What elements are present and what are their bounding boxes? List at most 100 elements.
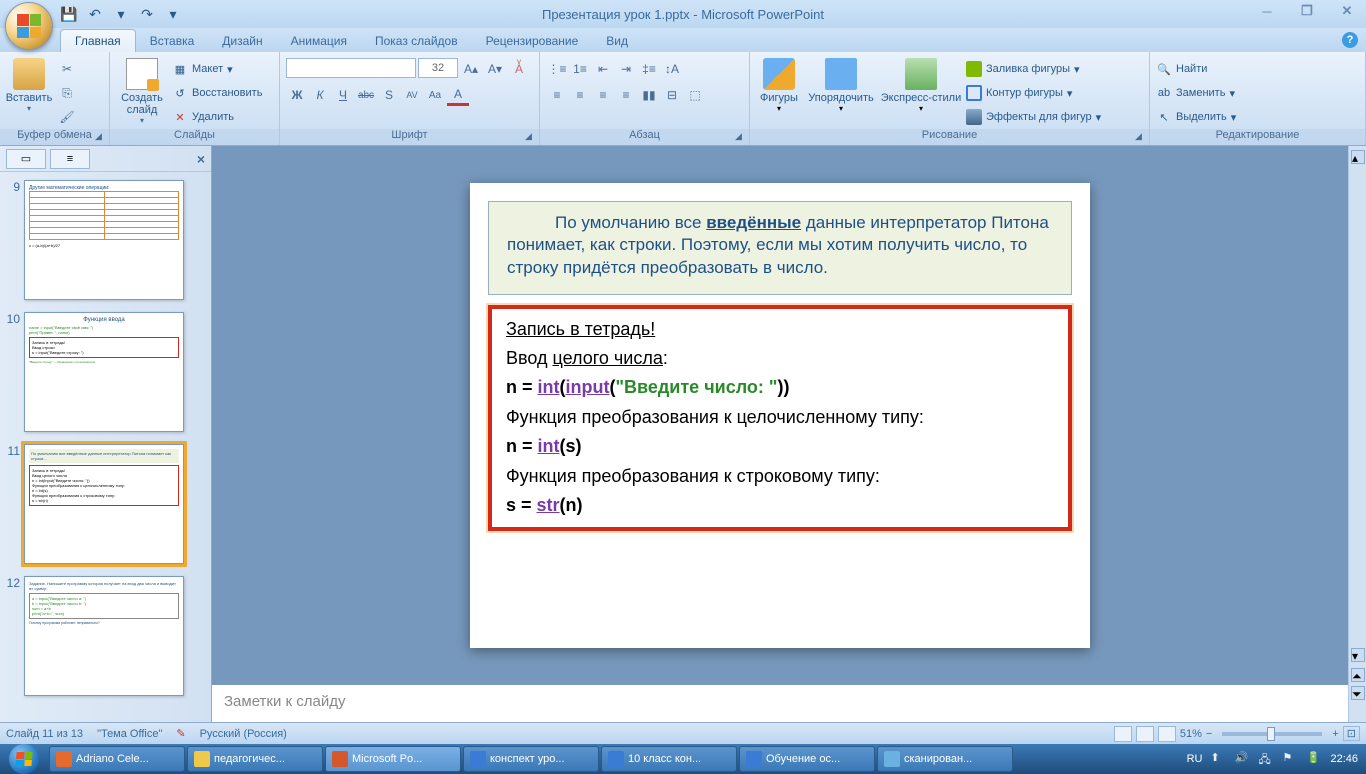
language-status[interactable]: Русский (Россия) (200, 728, 287, 740)
zoom-in[interactable]: + (1332, 728, 1338, 740)
strike-button[interactable]: abc (355, 84, 377, 106)
reset-button[interactable]: ↺Восстановить (172, 82, 262, 104)
zoom-slider[interactable] (1222, 732, 1322, 736)
tray-volume-icon[interactable]: 🔊 (1234, 751, 1250, 767)
slide-textbox-main[interactable]: Запись в тетрадь! Ввод целого числа: n =… (488, 305, 1072, 531)
select-button[interactable]: ↖Выделить ▾ (1156, 106, 1236, 128)
decrease-indent[interactable]: ⇤ (592, 58, 614, 80)
vertical-scrollbar[interactable]: ▴ ▾ ⏶ ⏷ (1348, 146, 1366, 722)
minimize-button[interactable]: ─ (1254, 2, 1280, 20)
tray-power-icon[interactable]: 🔋 (1306, 751, 1322, 767)
normal-view[interactable] (1114, 726, 1132, 742)
sorter-view[interactable] (1136, 726, 1154, 742)
tab-design[interactable]: Дизайн (208, 30, 276, 52)
italic-button[interactable]: К (309, 84, 331, 106)
save-button[interactable]: 💾 (60, 5, 78, 23)
align-left[interactable]: ≡ (546, 84, 568, 106)
taskbar-app[interactable]: Microsoft Po... (325, 746, 461, 772)
delete-slide-button[interactable]: ✕Удалить (172, 106, 262, 128)
scroll-up[interactable]: ▴ (1351, 150, 1365, 164)
scroll-down[interactable]: ▾ (1351, 648, 1365, 662)
shape-outline-button[interactable]: Контур фигуры ▾ (966, 82, 1101, 104)
taskbar-app[interactable]: сканирован... (877, 746, 1013, 772)
tab-animation[interactable]: Анимация (277, 30, 361, 52)
align-justify[interactable]: ≡ (615, 84, 637, 106)
thumb-slide-9[interactable]: Другие математические операции: c = (a-b… (24, 180, 184, 300)
smartart-button[interactable]: ⬚ (684, 84, 706, 106)
bullets-button[interactable]: ⋮≡ (546, 58, 568, 80)
tray-updates-icon[interactable]: ⬆ (1210, 751, 1226, 767)
undo-drop[interactable]: ▾ (112, 5, 130, 23)
thumb-slide-12[interactable]: Задание. Напишите программу которая полу… (24, 576, 184, 696)
slide-canvas[interactable]: По умолчанию все введённые данные интерп… (470, 183, 1090, 648)
start-button[interactable] (0, 744, 48, 774)
outline-tab[interactable]: ≡ (50, 149, 90, 169)
align-right[interactable]: ≡ (592, 84, 614, 106)
redo-button[interactable]: ↷ (138, 5, 156, 23)
notes-pane[interactable]: Заметки к слайду (212, 684, 1348, 722)
font-family-select[interactable] (286, 58, 416, 78)
line-spacing[interactable]: ‡≡ (638, 58, 660, 80)
prev-slide[interactable]: ⏶ (1351, 668, 1365, 682)
tab-slideshow[interactable]: Показ слайдов (361, 30, 472, 52)
taskbar-app[interactable]: педагогичес... (187, 746, 323, 772)
increase-indent[interactable]: ⇥ (615, 58, 637, 80)
tab-view[interactable]: Вид (592, 30, 642, 52)
numbering-button[interactable]: 1≡ (569, 58, 591, 80)
help-button[interactable]: ? (1342, 32, 1358, 48)
slideshow-view[interactable] (1158, 726, 1176, 742)
shape-fill-button[interactable]: Заливка фигуры ▾ (966, 58, 1101, 80)
align-center[interactable]: ≡ (569, 84, 591, 106)
restore-button[interactable]: ❐ (1294, 2, 1320, 20)
copy-button[interactable]: ⎘ (56, 82, 78, 104)
tab-review[interactable]: Рецензирование (472, 30, 593, 52)
taskbar-app[interactable]: Adriano Cele... (49, 746, 185, 772)
new-slide-button[interactable]: Создать слайд ▾ (116, 54, 168, 125)
slides-tab[interactable]: ▭ (6, 149, 46, 169)
find-button[interactable]: 🔍Найти (1156, 58, 1207, 80)
taskbar-app[interactable]: Обучение ос... (739, 746, 875, 772)
clipboard-launcher[interactable]: ◢ (95, 131, 107, 143)
spacing-button[interactable]: AV (401, 84, 423, 106)
close-panel[interactable]: × (197, 151, 205, 167)
zoom-percent[interactable]: 51% (1180, 728, 1202, 740)
replace-button[interactable]: abЗаменить ▾ (1156, 82, 1235, 104)
slide-textbox-top[interactable]: По умолчанию все введённые данные интерп… (488, 201, 1072, 296)
thumbnail-list[interactable]: 9 Другие математические операции: c = (a… (0, 172, 211, 722)
shadow-button[interactable]: S (378, 84, 400, 106)
font-launcher[interactable]: ◢ (525, 131, 537, 143)
spell-icon[interactable]: ✎ (176, 727, 185, 740)
columns-button[interactable]: ▮▮ (638, 84, 660, 106)
grow-font[interactable]: A▴ (460, 58, 482, 80)
shape-effects-button[interactable]: Эффекты для фигур ▾ (966, 106, 1101, 128)
arrange-button[interactable]: Упорядочить▾ (806, 54, 876, 113)
para-launcher[interactable]: ◢ (735, 131, 747, 143)
case-button[interactable]: Aa (424, 84, 446, 106)
quick-styles-button[interactable]: Экспресс-стили▾ (880, 54, 962, 113)
thumb-slide-11[interactable]: По умолчанию все введённые данные интерп… (24, 444, 184, 564)
fit-window[interactable]: ⊡ (1343, 726, 1360, 741)
zoom-out[interactable]: − (1206, 728, 1212, 740)
thumb-slide-10[interactable]: Функция ввода name = input("Введите своё… (24, 312, 184, 432)
tab-insert[interactable]: Вставка (136, 30, 209, 52)
text-direction[interactable]: ↕A (661, 58, 683, 80)
font-color-button[interactable]: A (447, 84, 469, 106)
tray-lang[interactable]: RU (1187, 753, 1203, 765)
clear-format[interactable]: Aͮ (508, 58, 530, 80)
tray-network-icon[interactable]: 🖧 (1258, 751, 1274, 767)
bold-button[interactable]: Ж (286, 84, 308, 106)
close-button[interactable]: ✕ (1334, 2, 1360, 20)
shrink-font[interactable]: A▾ (484, 58, 506, 80)
taskbar-app[interactable]: 10 класс кон... (601, 746, 737, 772)
office-button[interactable] (5, 2, 53, 50)
font-size-select[interactable]: 32 (418, 58, 458, 78)
tab-home[interactable]: Главная (60, 29, 136, 52)
next-slide[interactable]: ⏷ (1351, 686, 1365, 700)
tray-clock[interactable]: 22:46 (1330, 753, 1358, 765)
tray-action-icon[interactable]: ⚑ (1282, 751, 1298, 767)
shapes-button[interactable]: Фигуры▾ (756, 54, 802, 113)
draw-launcher[interactable]: ◢ (1135, 131, 1147, 143)
cut-button[interactable]: ✂ (56, 58, 78, 80)
format-painter[interactable]: 🖌 (56, 106, 78, 128)
taskbar-app[interactable]: конспект уро... (463, 746, 599, 772)
